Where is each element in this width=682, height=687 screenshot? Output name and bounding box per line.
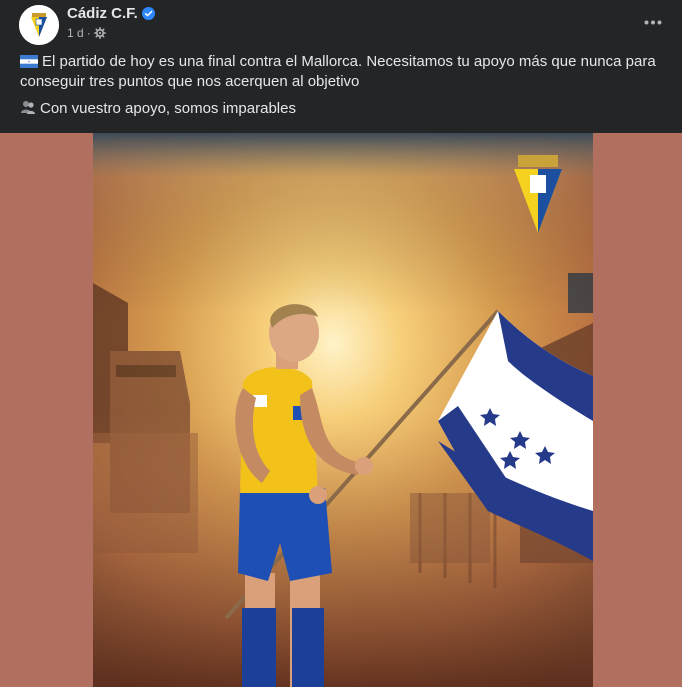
more-options-button[interactable] <box>638 10 668 34</box>
post-message: El partido de hoy es una final contra el… <box>20 52 665 126</box>
page-name[interactable]: Cádiz C.F. <box>67 5 138 22</box>
page-avatar[interactable] <box>19 5 59 45</box>
post-meta: 1 d · <box>67 26 106 40</box>
post-timestamp[interactable]: 1 d <box>67 26 84 40</box>
match-poster-image <box>0 133 682 687</box>
busts-in-silhouette-emoji <box>21 101 35 114</box>
verified-badge-icon <box>141 7 155 20</box>
audience-gear-icon[interactable] <box>93 27 106 39</box>
post-header: Cádiz C.F. 1 d · <box>0 0 682 50</box>
meta-separator: · <box>86 26 91 40</box>
cadiz-crest-icon <box>19 5 59 45</box>
post-text-line-1: El partido de hoy es una final contra el… <box>20 52 665 92</box>
post-text-line-2: Con vuestro apoyo, somos imparables <box>20 99 665 119</box>
page-name-link[interactable]: Cádiz C.F. <box>67 5 155 22</box>
post-image[interactable] <box>0 133 682 687</box>
post-text-line-2-text: Con vuestro apoyo, somos imparables <box>40 100 296 117</box>
post-text-line-1-text: El partido de hoy es una final contra el… <box>20 53 656 90</box>
honduras-flag-emoji <box>20 55 38 68</box>
more-options-icon <box>644 20 662 24</box>
